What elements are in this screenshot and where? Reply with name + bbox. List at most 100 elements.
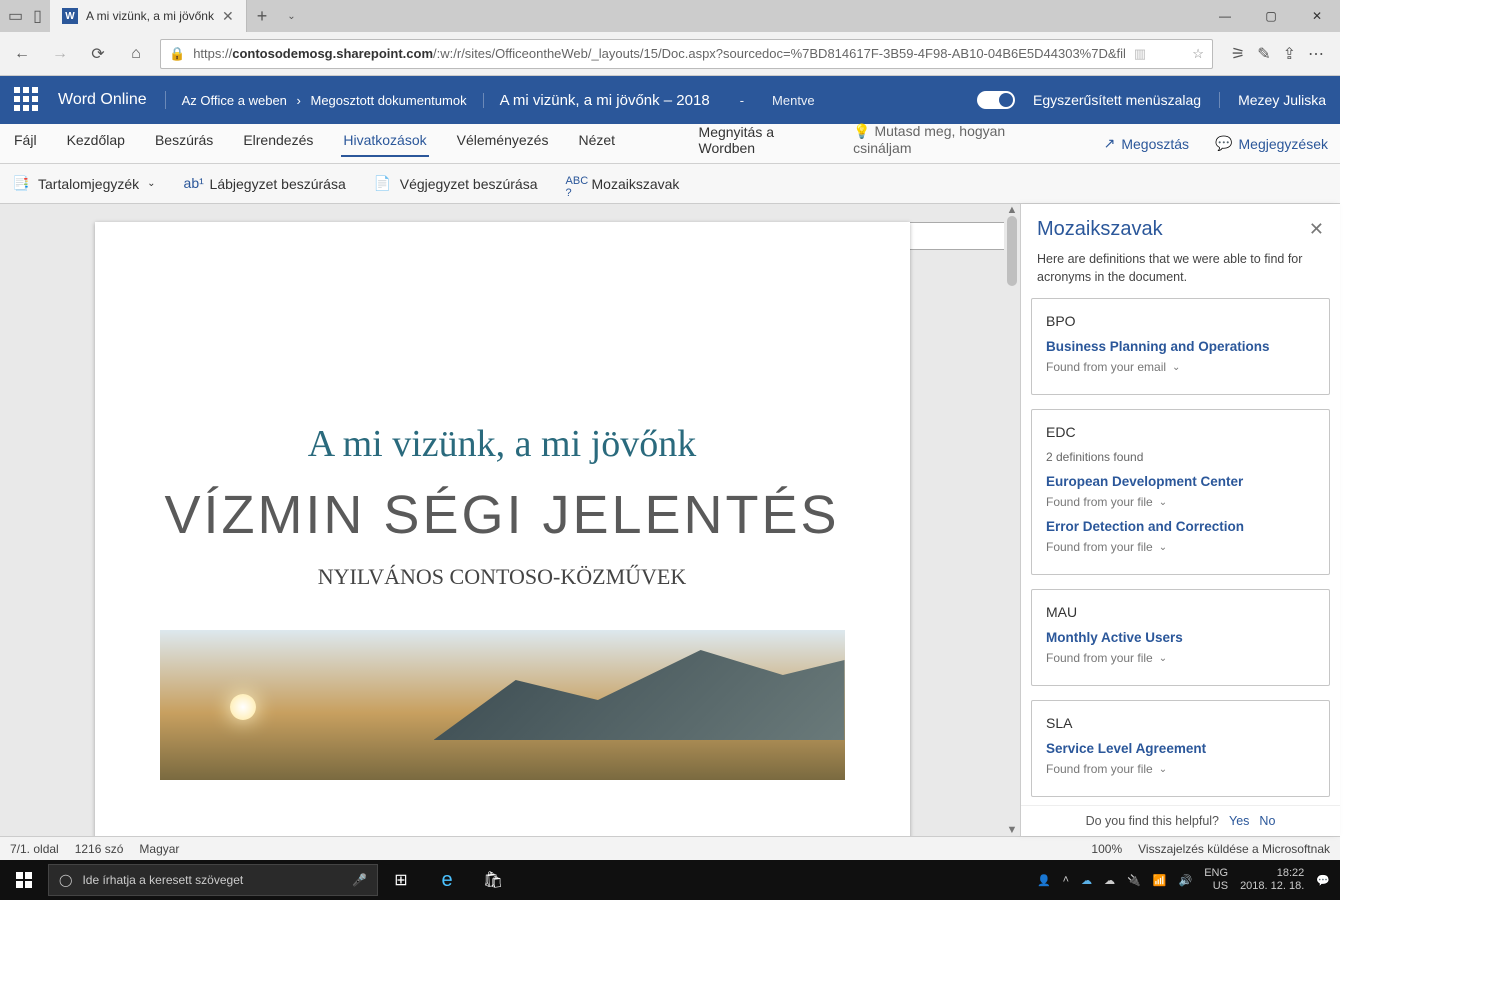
window-minimize-button[interactable]: —	[1202, 0, 1248, 32]
acronym-source[interactable]: Found from your file ⌄	[1046, 762, 1315, 776]
footnote-icon: ab¹	[184, 175, 202, 193]
start-button[interactable]	[0, 872, 48, 888]
acronym-definition[interactable]: Monthly Active Users	[1046, 630, 1315, 645]
onedrive-icon-2[interactable]: ☁	[1104, 874, 1115, 887]
tabs-icon[interactable]: ▭	[8, 6, 23, 26]
document-page[interactable]: A mi vizünk, a mi jövőnk VÍZMIN SÉGI JEL…	[95, 222, 910, 836]
app-brand[interactable]: Word Online	[58, 91, 166, 109]
taskbar-search[interactable]: ◯ Ide írhatja a keresett szöveget 🎤	[48, 864, 378, 896]
url-text: https://contosodemosg.sharepoint.com/:w:…	[193, 46, 1126, 61]
share-button[interactable]: ↗Megosztás	[1104, 135, 1189, 152]
onedrive-icon[interactable]: ☁	[1081, 874, 1092, 887]
status-word-count[interactable]: 1216 szó	[75, 842, 124, 856]
windows-taskbar: ◯ Ide írhatja a keresett szöveget 🎤 ⊞ e …	[0, 860, 1340, 900]
tray-up-icon[interactable]: ˄	[1063, 874, 1069, 886]
document-title[interactable]: A mi vizünk, a mi jövőnk – 2018	[484, 92, 726, 109]
app-launcher-icon[interactable]	[14, 87, 40, 113]
tab-review[interactable]: Véleményezés	[455, 132, 551, 156]
status-bar: 7/1. oldal 1216 szó Magyar 100% Visszaje…	[0, 836, 1340, 860]
vertical-scrollbar[interactable]: ▲ ▼	[1004, 204, 1020, 836]
breadcrumb[interactable]: Az Office a weben › Megosztott dokumentu…	[166, 93, 484, 108]
toc-button[interactable]: 📑Tartalomjegyzék ⌄	[12, 175, 156, 193]
tab-insert[interactable]: Beszúrás	[153, 132, 215, 156]
comments-button[interactable]: 💬Megjegyzések	[1215, 135, 1328, 152]
back-button[interactable]: ←	[8, 40, 36, 68]
more-icon[interactable]: ⋯	[1308, 44, 1324, 64]
simplified-ribbon-toggle[interactable]	[977, 91, 1015, 109]
acronym-source[interactable]: Found from your file ⌄	[1046, 651, 1315, 665]
tab-references[interactable]: Hivatkozások	[341, 132, 428, 156]
scroll-up-icon[interactable]: ▲	[1004, 204, 1020, 216]
notes-icon[interactable]: ✎	[1257, 44, 1270, 64]
favorite-icon[interactable]: ☆	[1192, 46, 1204, 62]
tab-view[interactable]: Nézet	[576, 132, 617, 156]
acronym-abbrev: MAU	[1046, 604, 1315, 620]
mic-icon[interactable]: 🎤	[352, 873, 367, 887]
page-canvas[interactable]: Élőfej A mi vizünk, a mi jövőnk VÍZMIN S…	[0, 204, 1004, 836]
app-header: Word Online Az Office a weben › Megoszto…	[0, 76, 1340, 124]
home-button[interactable]: ⌂	[122, 40, 150, 68]
acronym-definition[interactable]: Error Detection and Correction	[1046, 519, 1315, 534]
open-in-word-button[interactable]: Megnyitás a Wordben	[697, 124, 826, 164]
power-icon[interactable]: 🔌	[1127, 874, 1141, 887]
reading-view-icon[interactable]: ▥	[1134, 46, 1146, 62]
ime-indicator[interactable]: ENGUS	[1204, 867, 1228, 893]
acronym-source[interactable]: Found from your file ⌄	[1046, 495, 1315, 509]
feedback-no[interactable]: No	[1259, 814, 1275, 828]
doc-title-main: VÍZMIN SÉGI JELENTÉS	[95, 484, 910, 546]
pane-close-button[interactable]: ✕	[1309, 219, 1324, 240]
window-close-button[interactable]: ✕	[1294, 0, 1340, 32]
refresh-button[interactable]: ⟳	[84, 40, 112, 68]
breadcrumb-site[interactable]: Az Office a weben	[182, 93, 287, 108]
window-maximize-button[interactable]: ▢	[1248, 0, 1294, 32]
user-name[interactable]: Mezey Juliska	[1219, 92, 1326, 108]
forward-button[interactable]: →	[46, 40, 74, 68]
tell-me-input[interactable]: 💡 Mutasd meg, hogyan csináljam	[851, 123, 1051, 164]
acronym-card: SLA Service Level Agreement Found from you…	[1031, 700, 1330, 797]
browser-tab[interactable]: W A mi vizünk, a mi jövőnk ✕	[50, 0, 247, 32]
acronym-abbrev: SLA	[1046, 715, 1315, 731]
feedback-yes[interactable]: Yes	[1229, 814, 1249, 828]
tabs-icon-2[interactable]: ▯	[33, 6, 42, 26]
share-icon[interactable]: ⇪	[1283, 44, 1296, 64]
browser-toolbar: ← → ⟳ ⌂ 🔒 https://contosodemosg.sharepoi…	[0, 32, 1340, 76]
edge-taskbar-icon[interactable]: e	[424, 860, 470, 900]
endnote-button[interactable]: 📄Végjegyzet beszúrása	[374, 175, 538, 193]
wifi-icon[interactable]: 📶	[1153, 874, 1167, 887]
tab-file[interactable]: Fájl	[12, 132, 39, 156]
footnote-button[interactable]: ab¹Lábjegyzet beszúrása	[184, 175, 346, 193]
tab-layout[interactable]: Elrendezés	[241, 132, 315, 156]
status-zoom[interactable]: 100%	[1091, 842, 1122, 856]
status-language[interactable]: Magyar	[139, 842, 179, 856]
breadcrumb-library[interactable]: Megosztott dokumentumok	[311, 93, 467, 108]
address-bar[interactable]: 🔒 https://contosodemosg.sharepoint.com/:…	[160, 39, 1213, 69]
tab-menu-icon[interactable]: ⌄	[277, 11, 305, 22]
acronym-definition[interactable]: European Development Center	[1046, 474, 1315, 489]
tab-home[interactable]: Kezdőlap	[65, 132, 127, 156]
task-view-button[interactable]: ⊞	[378, 860, 424, 900]
simplified-ribbon-label: Egyszerűsített menüszalag	[1033, 92, 1201, 108]
window-titlebar: ▭ ▯ W A mi vizünk, a mi jövőnk ✕ + ⌄ — ▢…	[0, 0, 1340, 32]
new-tab-button[interactable]: +	[247, 6, 278, 27]
chevron-down-icon: ⌄	[1159, 764, 1167, 775]
acronym-definition[interactable]: Business Planning and Operations	[1046, 339, 1315, 354]
status-page[interactable]: 7/1. oldal	[10, 842, 59, 856]
favorites-hub-icon[interactable]: ⚞	[1231, 44, 1245, 64]
notifications-icon[interactable]: 💬	[1316, 874, 1330, 887]
store-taskbar-icon[interactable]: 🛍	[470, 860, 516, 900]
acronym-definition[interactable]: Service Level Agreement	[1046, 741, 1315, 756]
volume-icon[interactable]: 🔊	[1179, 874, 1193, 887]
acronym-card: BPOBusiness Planning and OperationsFound…	[1031, 298, 1330, 395]
acronyms-button[interactable]: ABC?Mozaikszavak	[566, 175, 680, 193]
status-feedback[interactable]: Visszajelzés küldése a Microsoftnak	[1138, 842, 1330, 856]
save-status: Mentve	[758, 93, 829, 108]
doc-title-script: A mi vizünk, a mi jövőnk	[95, 422, 910, 466]
tab-close-icon[interactable]: ✕	[222, 8, 234, 25]
lock-icon: 🔒	[169, 46, 185, 62]
acronym-source[interactable]: Found from your email ⌄	[1046, 360, 1315, 374]
people-icon[interactable]: 👤	[1037, 874, 1051, 887]
acronym-source[interactable]: Found from your file ⌄	[1046, 540, 1315, 554]
scroll-down-icon[interactable]: ▼	[1004, 824, 1020, 836]
clock[interactable]: 18:222018. 12. 18.	[1240, 867, 1304, 893]
scrollbar-thumb[interactable]	[1007, 216, 1017, 286]
